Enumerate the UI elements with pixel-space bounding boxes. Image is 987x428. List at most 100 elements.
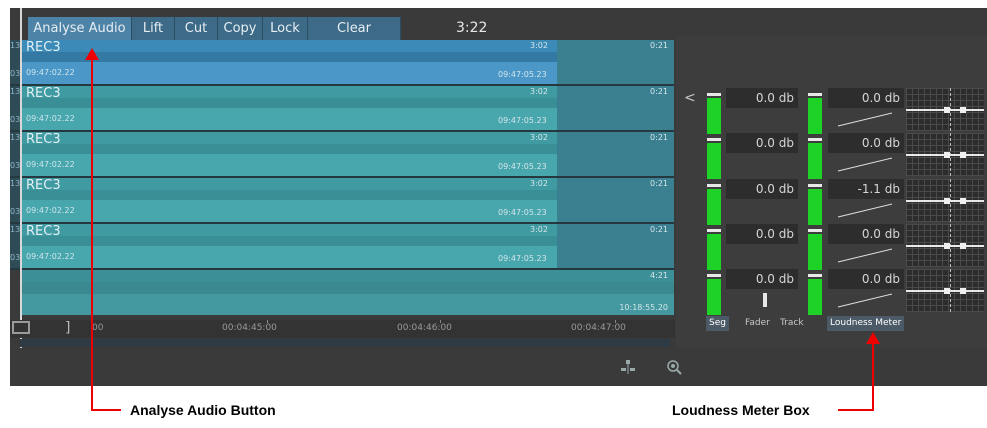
- zoom-fit-icon[interactable]: [666, 359, 682, 375]
- footer-bar: [10, 348, 987, 386]
- loudness-graph: [906, 179, 984, 222]
- audio-clip[interactable]: [21, 86, 557, 130]
- segment-db-readout: 0.0 db: [726, 88, 798, 108]
- audio-track[interactable]: 13 03 REC3 09:47:02.22 3:02 09:47:05.23 0…: [10, 224, 674, 270]
- loudness-annotation-label: Loudness Meter Box: [672, 402, 810, 418]
- timecode-display: 3:22: [456, 20, 488, 36]
- track-db-readout: 0.0 db: [828, 224, 904, 244]
- lock-button[interactable]: Lock: [263, 17, 308, 40]
- meter-panel: < 0.0 db 0.0 db 0.0 db 0.0 db 0.0 db -1.…: [676, 36, 987, 376]
- loudness-graph: [906, 133, 984, 176]
- tail-duration: 0:21: [650, 225, 668, 234]
- meter-row: 0.0 db 0.0 db: [676, 88, 987, 134]
- track-level-bar: [808, 138, 822, 179]
- ruler-label: 00:04:46:00: [397, 323, 452, 333]
- track-db-readout: 0.0 db: [828, 133, 904, 153]
- clip-out-timecode: 09:47:05.23: [498, 254, 547, 263]
- tail-duration: 0:21: [650, 133, 668, 142]
- ruler-label: 00: [92, 323, 104, 333]
- lift-button[interactable]: Lift: [132, 17, 175, 40]
- audio-clip-long[interactable]: 4:21 10:18:55.20: [21, 270, 674, 315]
- segment-level-bar: [707, 229, 721, 270]
- audio-clip[interactable]: [21, 132, 557, 176]
- loudness-graph: [906, 88, 984, 131]
- audio-clip[interactable]: [21, 178, 557, 222]
- track-db-readout: 0.0 db: [828, 88, 904, 108]
- segment-db-readout: 0.0 db: [726, 179, 798, 199]
- clip-name: REC3: [26, 178, 61, 193]
- audio-track[interactable]: 13 03 REC3 09:47:02.22 3:02 09:47:05.23 0…: [10, 86, 674, 132]
- clip-duration: 3:02: [530, 179, 548, 188]
- meter-row: 0.0 db -1.1 db: [676, 179, 987, 225]
- clip-duration: 3:02: [530, 225, 548, 234]
- clip-duration: 3:02: [530, 41, 548, 50]
- segment-db-readout: 0.0 db: [726, 269, 798, 289]
- tab-track[interactable]: Track: [780, 316, 804, 331]
- clip-in-timecode: 09:47:02.22: [26, 68, 75, 77]
- loudness-curve: [837, 248, 893, 263]
- playhead[interactable]: [20, 8, 22, 348]
- clip-out-timecode: 09:47:05.23: [498, 116, 547, 125]
- loudness-curve: [837, 203, 893, 218]
- loudness-curve: [837, 112, 893, 127]
- segment-db-readout: 0.0 db: [726, 133, 798, 153]
- track-level-bar: [808, 184, 822, 225]
- clip-out-timecode: 09:47:05.23: [498, 70, 547, 79]
- segment-level-bar: [707, 93, 721, 134]
- timeline-ruler[interactable]: ] 00 00:04:45:00 00:04:46:00 00:04:47:00: [10, 320, 675, 338]
- tail-duration: 0:21: [650, 87, 668, 96]
- audio-clip[interactable]: [21, 40, 557, 84]
- tail-duration: 0:21: [650, 179, 668, 188]
- segment-level-bar: [707, 184, 721, 225]
- meter-tabs: Seg Fader Track Loudness Meter: [676, 316, 987, 332]
- clip-duration: 3:02: [530, 87, 548, 96]
- meter-row: 0.0 db 0.0 db: [676, 269, 987, 315]
- audio-track[interactable]: 13 03 REC3 09:47:02.22 3:02 09:47:05.23 0…: [10, 132, 674, 178]
- audio-track[interactable]: 13 03 REC3 09:47:02.22 3:02 09:47:05.23 0…: [10, 40, 674, 86]
- loudness-meter-box[interactable]: Loudness Meter: [827, 316, 905, 331]
- meter-row: 0.0 db 0.0 db: [676, 133, 987, 179]
- track-db-readout: -1.1 db: [828, 179, 904, 199]
- loudness-graph: [906, 224, 984, 267]
- loudness-graph: [906, 269, 984, 312]
- track-level-bar: [808, 274, 822, 315]
- track-level-bar: [808, 93, 822, 134]
- editor-window: Analyse Audio Lift Cut Copy Lock Clear 3…: [10, 8, 987, 386]
- track-level-bar: [808, 229, 822, 270]
- cut-button[interactable]: Cut: [175, 17, 218, 40]
- clip-name: REC3: [26, 40, 61, 55]
- clip-in-timecode: 09:47:02.22: [26, 206, 75, 215]
- clear-button[interactable]: Clear: [308, 17, 401, 40]
- segment-db-readout: 0.0 db: [726, 224, 798, 244]
- meter-row: 0.0 db 0.0 db: [676, 224, 987, 270]
- clip-duration: 3:02: [530, 133, 548, 142]
- bracket-marker: ]: [65, 320, 71, 336]
- split-tracks-icon[interactable]: [620, 359, 636, 375]
- loudness-curve: [837, 157, 893, 172]
- timeline-tracks: 13 03 REC3 09:47:02.22 3:02 09:47:05.23 0…: [10, 40, 674, 320]
- analyse-arrow-foot: [91, 409, 121, 411]
- analyse-audio-button[interactable]: Analyse Audio: [28, 17, 132, 40]
- timeline-scrollbar[interactable]: [20, 339, 670, 347]
- loudness-arrow-line: [872, 340, 874, 411]
- tab-seg[interactable]: Seg: [706, 316, 729, 331]
- loudness-curve: [837, 293, 893, 308]
- ruler-label: 00:04:47:00: [571, 323, 626, 333]
- track-db-readout: 0.0 db: [828, 269, 904, 289]
- clip-name: REC3: [26, 86, 61, 101]
- clip-out-timecode: 10:18:55.20: [619, 303, 668, 312]
- clip-name: REC3: [26, 224, 61, 239]
- audio-track[interactable]: 13 03 REC3 09:47:02.22 3:02 09:47:05.23 0…: [10, 178, 674, 224]
- analyse-arrow-line: [91, 56, 93, 411]
- clip-in-timecode: 09:47:02.22: [26, 160, 75, 169]
- clip-out-timecode: 09:47:05.23: [498, 208, 547, 217]
- audio-clip[interactable]: [21, 224, 557, 268]
- fader-handle[interactable]: [763, 293, 767, 307]
- copy-button[interactable]: Copy: [218, 17, 263, 40]
- trim-mode-icon[interactable]: [12, 321, 30, 334]
- analyse-annotation-label: Analyse Audio Button: [130, 402, 276, 418]
- tab-fader[interactable]: Fader: [745, 316, 770, 331]
- analyse-arrow-head: [85, 48, 99, 60]
- clip-duration: 4:21: [650, 271, 668, 280]
- tail-duration: 0:21: [650, 41, 668, 50]
